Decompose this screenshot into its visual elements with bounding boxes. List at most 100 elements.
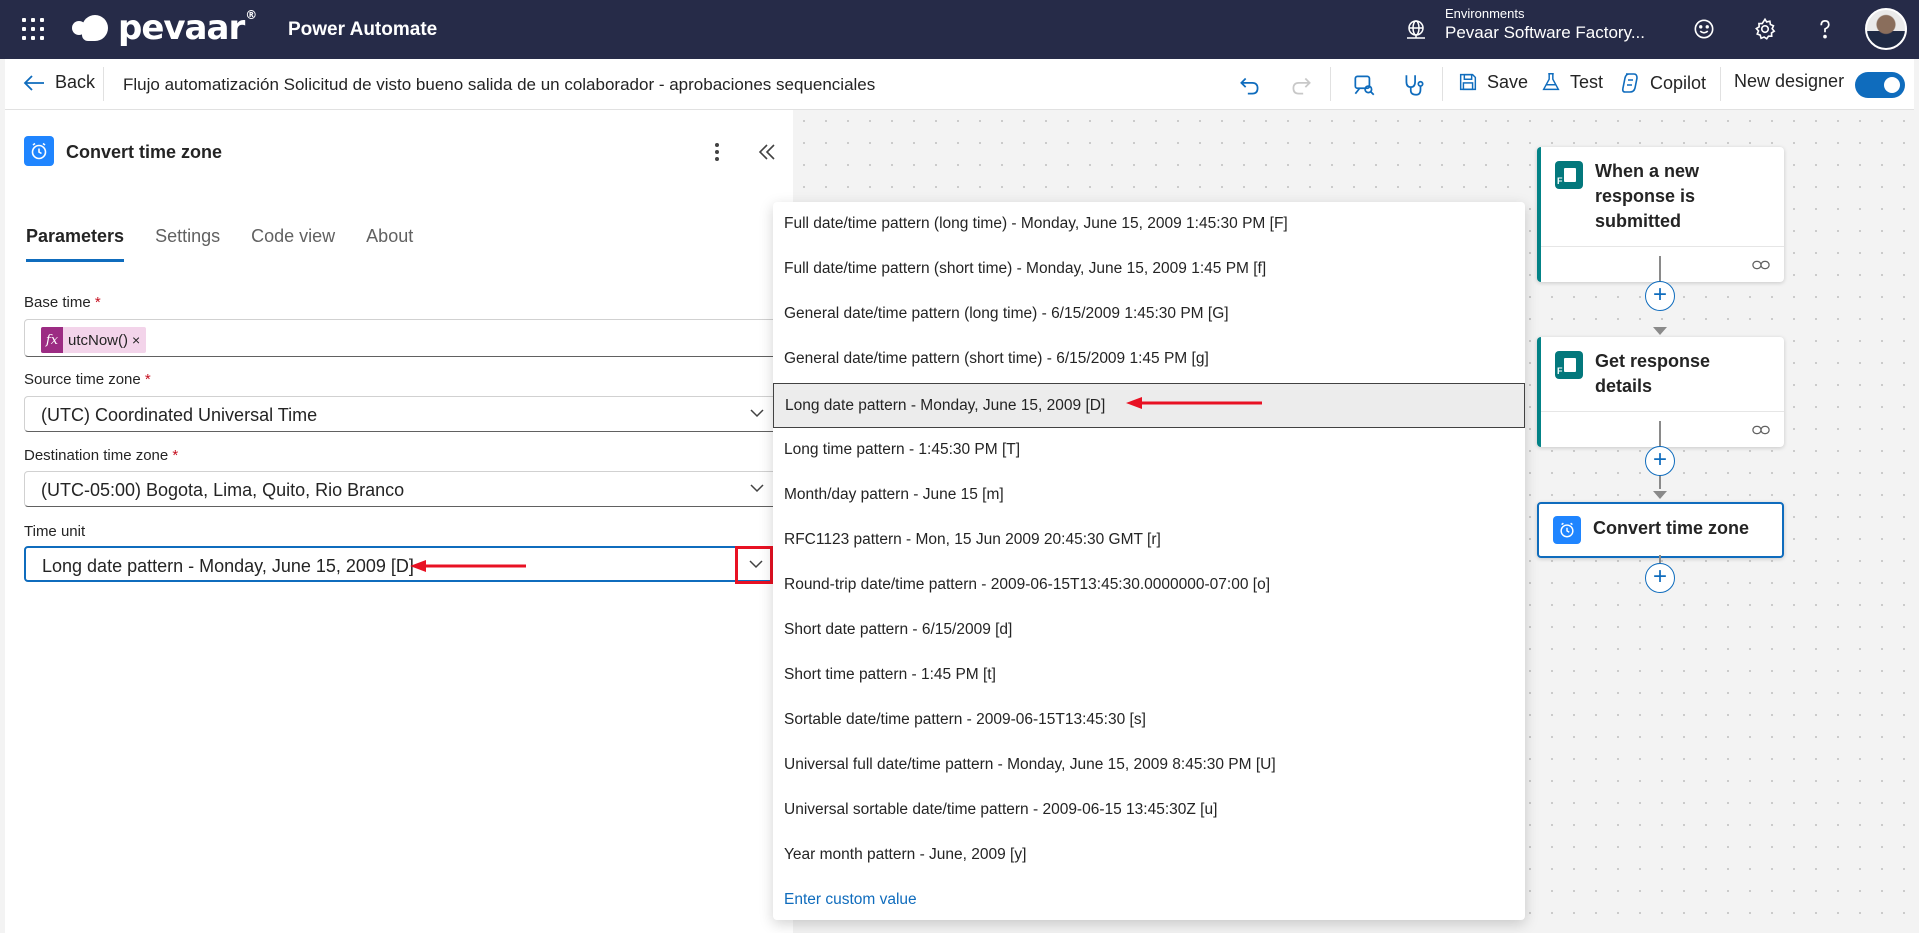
time-unit-label: Time unit: [24, 523, 86, 540]
dropdown-option[interactable]: Universal sortable date/time pattern - 2…: [773, 788, 1525, 833]
dropdown-option[interactable]: Long time pattern - 1:45:30 PM [T]: [773, 428, 1525, 473]
undo-icon[interactable]: [1237, 72, 1263, 98]
action-panel: Convert time zone Parameters Settings Co…: [5, 110, 793, 933]
save-button[interactable]: Save: [1457, 71, 1528, 93]
expression-token-label: utcNow(): [68, 331, 129, 349]
card-title: When a new response is submitted: [1595, 161, 1700, 231]
dropdown-option[interactable]: Sortable date/time pattern - 2009-06-15T…: [773, 698, 1525, 743]
link-icon[interactable]: [1752, 424, 1770, 436]
gear-icon[interactable]: [1752, 16, 1778, 42]
help-icon[interactable]: [1812, 16, 1838, 42]
dropdown-option[interactable]: Full date/time pattern (long time) - Mon…: [773, 202, 1525, 247]
annotation-arrow: [410, 560, 526, 572]
card-title: Convert time zone: [1593, 518, 1750, 538]
redo-icon: [1292, 77, 1311, 95]
annotation-arrow: [1126, 397, 1262, 409]
dropdown-option[interactable]: RFC1123 pattern - Mon, 15 Jun 2009 20:45…: [773, 518, 1525, 563]
divider: [1442, 67, 1443, 101]
time-unit-dropdown-list: Full date/time pattern (long time) - Mon…: [773, 202, 1525, 920]
app-name: Power Automate: [288, 19, 438, 40]
clock-icon: [1553, 516, 1581, 544]
required-mark: *: [94, 294, 101, 311]
copilot-label: Copilot: [1650, 72, 1707, 93]
enter-custom-value-option[interactable]: Enter custom value: [773, 878, 1525, 923]
top-bar: pevaar® Power Automate Environments Peva…: [0, 0, 1919, 59]
link-icon[interactable]: [1752, 259, 1770, 271]
stethoscope-icon[interactable]: [1401, 72, 1427, 98]
waffle-icon[interactable]: [22, 18, 44, 40]
test-button[interactable]: Test: [1540, 71, 1603, 93]
copilot-button[interactable]: Copilot: [1618, 71, 1706, 95]
source-time-zone-label: Source time zone *: [24, 371, 151, 388]
forms-icon: [1555, 161, 1583, 194]
forms-icon: [1555, 351, 1583, 384]
connector-arrow: [1653, 327, 1667, 335]
add-step-button[interactable]: +: [1645, 563, 1675, 593]
brand-logo: pevaar®: [72, 8, 257, 48]
command-bar: Back Flujo automatización Solicitud de v…: [5, 59, 1914, 110]
environment-picker[interactable]: Environments Pevaar Software Factory...: [1445, 6, 1645, 43]
destination-time-zone-value: (UTC-05:00) Bogota, Lima, Quito, Rio Bra…: [41, 480, 405, 500]
base-time-label: Base time *: [24, 294, 101, 311]
tab-parameters[interactable]: Parameters: [26, 226, 125, 262]
flow-title[interactable]: Flujo automatización Solicitud de visto …: [123, 75, 875, 95]
save-icon: [1459, 73, 1477, 91]
tab-code-view[interactable]: Code view: [251, 226, 335, 262]
add-step-button[interactable]: +: [1645, 446, 1675, 476]
new-designer-label: New designer: [1734, 71, 1845, 91]
dropdown-option[interactable]: General date/time pattern (long time) - …: [773, 292, 1525, 337]
destination-time-zone-select[interactable]: (UTC-05:00) Bogota, Lima, Quito, Rio Bra…: [24, 471, 778, 507]
smiley-icon[interactable]: [1691, 16, 1717, 42]
required-mark: *: [172, 447, 179, 464]
environment-label: Environments: [1445, 6, 1525, 21]
tab-settings[interactable]: Settings: [155, 226, 220, 262]
divider: [1720, 67, 1721, 101]
dropdown-option[interactable]: Short date pattern - 6/15/2009 [d]: [773, 608, 1525, 653]
remove-token-icon[interactable]: ×: [132, 332, 140, 348]
dropdown-option[interactable]: Universal full date/time pattern - Monda…: [773, 743, 1525, 788]
brand-registered-mark: ®: [245, 8, 257, 22]
dropdown-option[interactable]: Short time pattern - 1:45 PM [t]: [773, 653, 1525, 698]
flow-checker-icon[interactable]: [1351, 72, 1377, 98]
divider: [1330, 67, 1331, 101]
dropdown-option[interactable]: Month/day pattern - June 15 [m]: [773, 473, 1525, 518]
panel-tabs: Parameters Settings Code view About: [26, 226, 413, 262]
more-options-icon[interactable]: [712, 140, 722, 164]
time-unit-value: Long date pattern - Monday, June 15, 200…: [42, 556, 414, 576]
annotation-highlight-box: [735, 546, 773, 584]
clock-icon: [24, 136, 54, 166]
avatar[interactable]: [1865, 8, 1907, 50]
copilot-icon: [1621, 73, 1638, 93]
brand-logo-mark: [72, 13, 110, 43]
connector-arrow: [1653, 491, 1667, 499]
dropdown-option[interactable]: Year month pattern - June, 2009 [y]: [773, 833, 1525, 878]
collapse-panel-icon[interactable]: [757, 142, 777, 162]
environment-name: Pevaar Software Factory...: [1445, 23, 1645, 42]
flask-icon: [1542, 73, 1560, 91]
tab-about[interactable]: About: [366, 226, 413, 262]
environment-icon[interactable]: [1404, 17, 1428, 41]
time-unit-select[interactable]: Long date pattern - Monday, June 15, 200…: [24, 546, 778, 582]
source-time-zone-select[interactable]: (UTC) Coordinated Universal Time: [24, 396, 778, 432]
destination-time-zone-label: Destination time zone *: [24, 447, 179, 464]
dropdown-option[interactable]: Round-trip date/time pattern - 2009-06-1…: [773, 563, 1525, 608]
back-button[interactable]: Back: [23, 72, 95, 93]
base-time-field[interactable]: fx utcNow() ×: [24, 319, 778, 357]
divider: [103, 67, 104, 101]
required-mark: *: [144, 371, 151, 388]
chevron-down-icon: [750, 409, 764, 418]
expression-token[interactable]: fx utcNow() ×: [41, 327, 147, 353]
save-label: Save: [1487, 71, 1529, 92]
new-designer-toggle[interactable]: [1855, 72, 1905, 98]
source-time-zone-value: (UTC) Coordinated Universal Time: [41, 405, 318, 425]
brand-name: pevaar: [118, 8, 245, 48]
add-step-button[interactable]: +: [1645, 281, 1675, 311]
card-title: Get response details: [1595, 351, 1711, 396]
back-arrow-icon: [23, 74, 44, 91]
dropdown-option[interactable]: General date/time pattern (short time) -…: [773, 337, 1525, 382]
dropdown-option[interactable]: Full date/time pattern (short time) - Mo…: [773, 247, 1525, 292]
chevron-down-icon: [750, 484, 764, 493]
panel-title[interactable]: Convert time zone: [66, 142, 222, 163]
action-card-convert-time-zone[interactable]: Convert time zone: [1537, 502, 1784, 558]
test-label: Test: [1570, 71, 1604, 92]
